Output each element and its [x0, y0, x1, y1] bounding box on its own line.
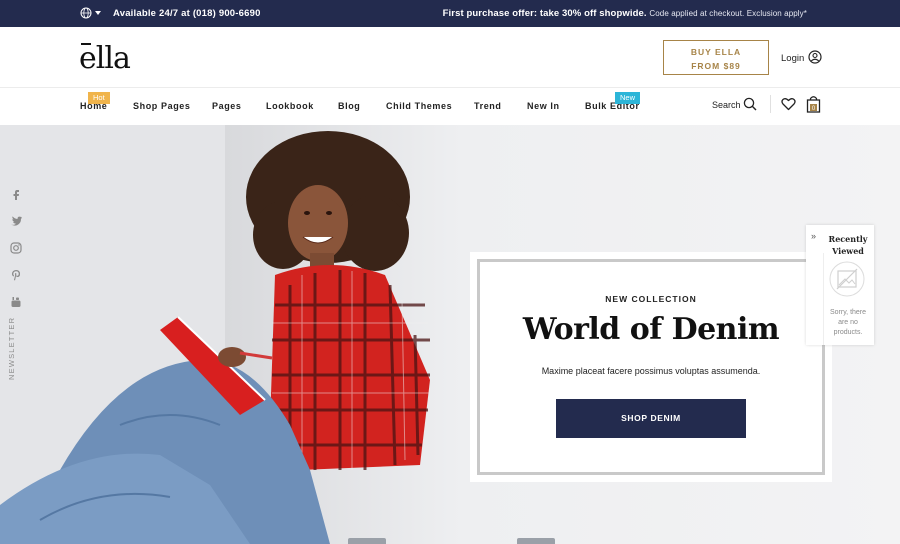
buy-button-line2: FROM $89 — [691, 61, 741, 71]
no-image-icon — [829, 261, 865, 297]
nav-item-trend[interactable]: Trend — [474, 101, 502, 111]
buy-ella-button[interactable]: BUY ELLA FROM $89 — [663, 40, 769, 75]
nav-item-child-themes[interactable]: Child Themes — [386, 101, 452, 111]
twitter-icon[interactable] — [10, 215, 22, 227]
buy-button-line1: BUY ELLA — [690, 47, 742, 57]
offer-bold: First purchase offer: take 30% off shopw… — [442, 8, 647, 19]
recently-viewed-panel: » Recently Viewed Sorry, there are no pr… — [806, 225, 874, 345]
offer-fine-print: Code applied at checkout. Exclusion appl… — [649, 9, 807, 18]
newsletter-tab[interactable]: NEWSLETTER — [7, 317, 16, 380]
main-nav: Hot Home Shop Pages Pages Lookbook Blog … — [0, 88, 900, 125]
nav-item-shop-pages[interactable]: Shop Pages — [133, 101, 191, 111]
user-icon[interactable] — [808, 50, 822, 64]
youtube-icon[interactable] — [10, 296, 22, 308]
shop-denim-button[interactable]: SHOP DENIM — [556, 399, 746, 438]
new-badge: New — [615, 92, 641, 104]
nav-item-new-in[interactable]: New In — [527, 101, 560, 111]
site-logo[interactable]: ella — [79, 41, 131, 76]
slider-indicator[interactable] — [348, 538, 386, 544]
recently-viewed-title: Recently Viewed — [828, 234, 868, 256]
wishlist-heart-icon[interactable] — [781, 97, 796, 111]
logo-text: ella — [79, 41, 131, 76]
availability-text: Available 24/7 at (018) 900-6690 — [113, 8, 261, 19]
promo-card: NEW COLLECTION World of Denim Maxime pla… — [470, 252, 832, 482]
facebook-icon[interactable] — [10, 188, 22, 200]
hot-badge: Hot — [88, 92, 110, 104]
announcement-bar: Available 24/7 at (018) 900-6690 First p… — [0, 0, 900, 27]
nav-item-pages[interactable]: Pages — [212, 101, 242, 111]
login-link[interactable]: Login — [781, 53, 804, 64]
hero-model-image — [0, 131, 430, 544]
promo-title: World of Denim — [522, 312, 780, 347]
search-icon[interactable] — [743, 97, 757, 111]
nav-item-bulk-editor[interactable]: New Bulk Editor — [585, 92, 641, 111]
promo-eyebrow: NEW COLLECTION — [605, 294, 697, 304]
double-chevron-right-icon[interactable]: » — [811, 231, 816, 241]
slider-indicator[interactable] — [517, 538, 555, 544]
chevron-down-icon[interactable] — [95, 11, 101, 15]
globe-icon[interactable] — [80, 7, 92, 19]
nav-item-lookbook[interactable]: Lookbook — [266, 101, 314, 111]
nav-item-home[interactable]: Hot Home — [80, 92, 110, 111]
header-divider — [770, 95, 771, 113]
search-label[interactable]: Search — [712, 100, 741, 110]
logo-macron — [81, 43, 91, 45]
pinterest-icon[interactable] — [10, 269, 22, 281]
promo-subtitle: Maxime placeat facere possimus voluptas … — [541, 366, 761, 376]
nav-item-blog[interactable]: Blog — [338, 101, 360, 111]
offer-text: First purchase offer: take 30% off shopw… — [443, 8, 807, 19]
site-header: ella BUY ELLA FROM $89 Login — [0, 27, 900, 88]
recently-viewed-empty: Sorry, there are no products. — [829, 309, 867, 336]
instagram-icon[interactable] — [10, 242, 22, 254]
cart-bag-icon[interactable]: 0 — [806, 95, 821, 113]
